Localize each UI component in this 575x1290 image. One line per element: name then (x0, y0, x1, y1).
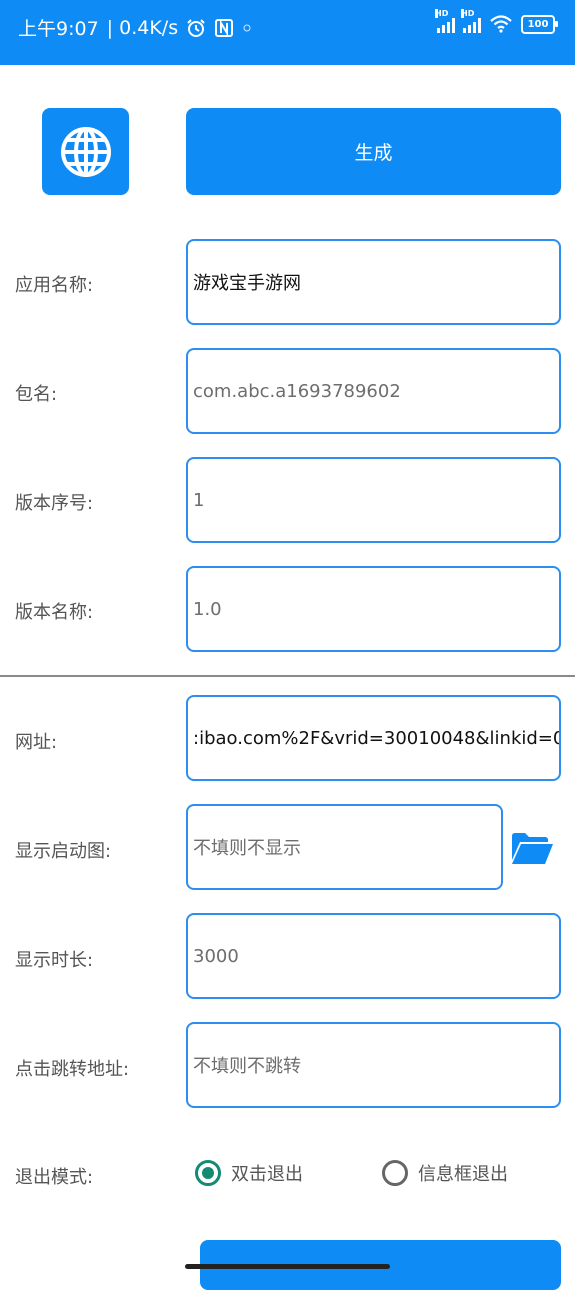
status-time: 上午9:07 (18, 18, 99, 40)
splash-label: 显示启动图: (15, 841, 112, 862)
version-name-input[interactable]: 1.0 (186, 566, 561, 652)
status-bar: 上午9:07 | 0.4K/s HD HD 100 (0, 0, 575, 65)
jump-url-input[interactable]: 不填则不跳转 (186, 1022, 561, 1108)
section-divider (0, 675, 575, 677)
exit-dialog-radio[interactable]: 信息框退出 (382, 1160, 508, 1186)
exit-mode-label: 退出模式: (15, 1167, 94, 1188)
radio-selected-icon (195, 1160, 221, 1186)
jump-url-label: 点击跳转地址: (15, 1059, 130, 1080)
generate-button[interactable]: 生成 (186, 108, 561, 195)
status-net-speed: | 0.4K/s (106, 16, 179, 39)
radio-unselected-icon (382, 1160, 408, 1186)
app-name-label: 应用名称: (15, 275, 94, 296)
version-name-label: 版本名称: (15, 602, 94, 623)
signal-2-icon: HD (461, 9, 481, 33)
status-left: 上午9:07 | 0.4K/s (18, 14, 252, 41)
exit-dialog-label: 信息框退出 (418, 1164, 508, 1185)
splash-input[interactable]: 不填则不显示 (186, 804, 503, 890)
duration-label: 显示时长: (15, 950, 94, 971)
battery-icon: 100 (521, 14, 558, 34)
notification-dot-icon (243, 24, 251, 31)
url-label: 网址: (15, 732, 58, 753)
wifi-icon (490, 15, 512, 33)
exit-double-tap-label: 双击退出 (231, 1164, 303, 1185)
alarm-icon (187, 18, 205, 37)
nfc-icon (215, 18, 234, 37)
url-input[interactable]: :ibao.com%2F&vrid=30010048&linkid=0 (186, 695, 561, 781)
package-input[interactable]: com.abc.a1693789602 (186, 348, 561, 434)
status-right: HD HD 100 (435, 9, 558, 34)
folder-open-icon[interactable] (510, 830, 554, 866)
globe-icon (60, 126, 111, 177)
exit-double-tap-radio[interactable]: 双击退出 (195, 1160, 303, 1186)
signal-1-icon: HD (435, 9, 455, 33)
hd-badge-1: HD (435, 9, 449, 18)
version-code-input[interactable]: 1 (186, 457, 561, 543)
version-code-label: 版本序号: (15, 493, 94, 514)
hd-badge-2: HD (461, 9, 475, 18)
package-label: 包名: (15, 384, 58, 405)
duration-input[interactable]: 3000 (186, 913, 561, 999)
app-name-input[interactable]: 游戏宝手游网 (186, 239, 561, 325)
app-icon-button[interactable] (42, 108, 129, 195)
home-indicator[interactable] (185, 1264, 390, 1269)
